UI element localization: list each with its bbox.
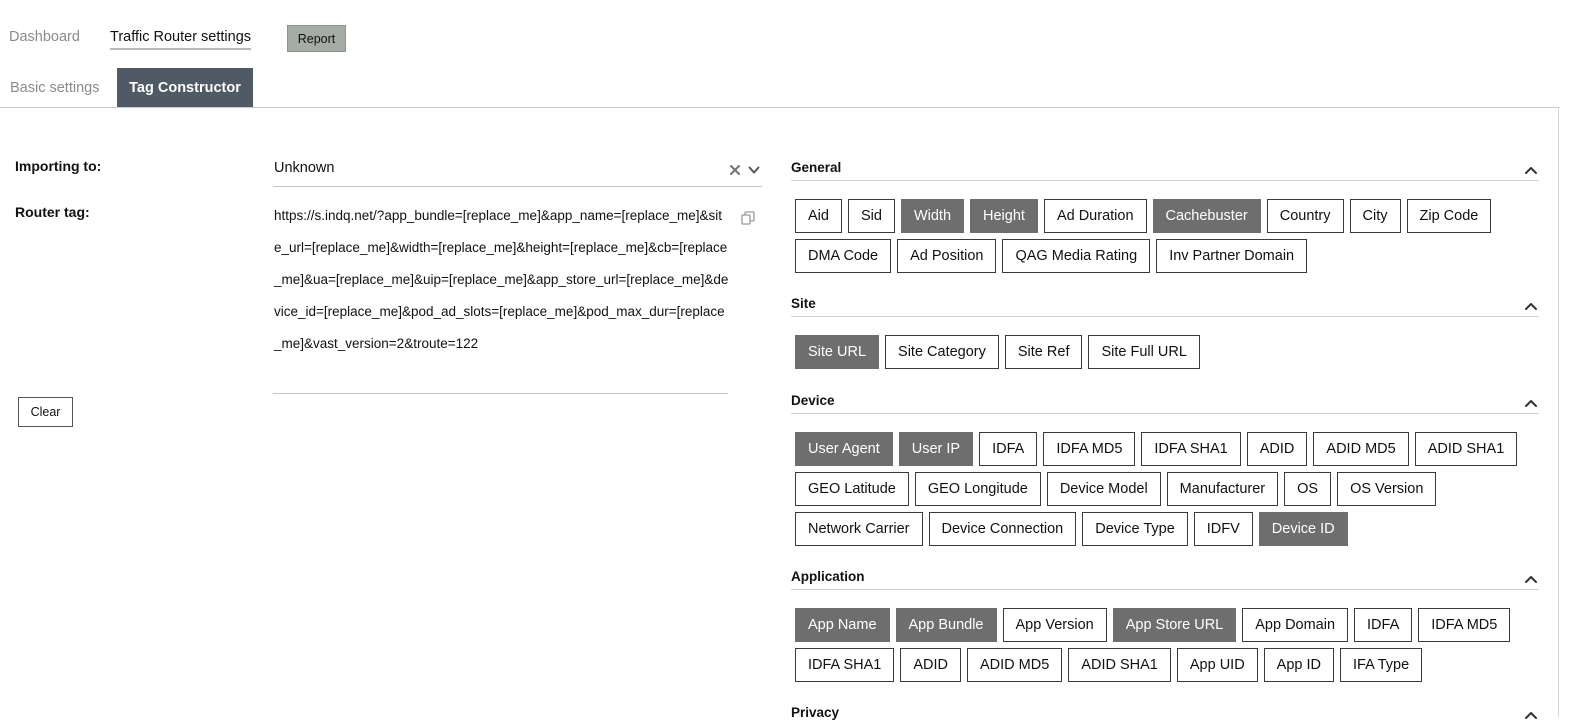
application-field-chip[interactable]: App Name — [795, 608, 890, 642]
general-field-chip[interactable]: Aid — [795, 199, 842, 233]
site-field-chip[interactable]: Site Ref — [1004, 335, 1083, 369]
general-field-chip[interactable]: Country — [1266, 199, 1344, 233]
chevron-up-icon[interactable] — [1524, 162, 1538, 174]
top-nav: Dashboard Traffic Router settings Report — [0, 0, 1576, 60]
general-field-chip[interactable]: Width — [900, 199, 965, 233]
device-field-chip[interactable]: Network Carrier — [795, 512, 923, 546]
tab-basic-settings[interactable]: Basic settings — [0, 68, 116, 108]
close-icon[interactable] — [728, 163, 742, 177]
importing-select[interactable]: Unknown — [274, 160, 334, 176]
chevron-down-icon[interactable] — [747, 163, 761, 177]
nav-dashboard[interactable]: Dashboard — [9, 29, 80, 45]
section-title-site: Site — [791, 296, 816, 311]
router-tag-field[interactable]: https://s.indq.net/?app_bundle=[replace_… — [274, 200, 729, 360]
tab-divider — [0, 107, 1560, 108]
section-title-application: Application — [791, 569, 865, 584]
copy-icon[interactable] — [740, 210, 756, 226]
device-field-chip[interactable]: IDFV — [1193, 512, 1253, 546]
application-field-chip[interactable]: IDFA MD5 — [1418, 608, 1511, 642]
general-field-chip[interactable]: DMA Code — [795, 239, 892, 273]
general-field-chip[interactable]: Cachebuster — [1152, 199, 1261, 233]
site-chip-group: Site URL Site Category Site Ref Site Full U… — [795, 335, 1535, 369]
device-field-chip[interactable]: GEO Latitude — [795, 472, 909, 506]
importing-label: Importing to: — [15, 158, 102, 174]
application-field-chip[interactable]: App Bundle — [895, 608, 997, 642]
router-tag-underline — [273, 393, 728, 394]
device-field-chip[interactable]: User IP — [898, 432, 974, 466]
device-field-chip[interactable]: OS — [1284, 472, 1332, 506]
application-field-chip[interactable]: App Domain — [1242, 608, 1349, 642]
application-chip-group: App Name App Bundle App Version App Store U… — [795, 608, 1535, 682]
general-field-chip[interactable]: Sid — [847, 199, 895, 233]
general-chip-group: Aid Sid Width Height Ad Duration Cachebuster C… — [795, 199, 1535, 273]
nav-traffic-router-settings[interactable]: Traffic Router settings — [110, 29, 252, 50]
tab-tag-constructor[interactable]: Tag Constructor — [117, 68, 253, 108]
general-field-chip[interactable]: Height — [970, 199, 1038, 233]
report-button[interactable]: Report — [287, 25, 346, 52]
device-field-chip[interactable]: Device Type — [1082, 512, 1188, 546]
importing-underline — [273, 186, 762, 187]
application-field-chip[interactable]: IFA Type — [1340, 648, 1423, 682]
section-divider — [791, 316, 1539, 317]
device-field-chip[interactable]: Device Connection — [928, 512, 1077, 546]
clear-button[interactable]: Clear — [18, 397, 73, 427]
general-field-chip[interactable]: Ad Position — [897, 239, 997, 273]
chevron-up-icon[interactable] — [1524, 571, 1538, 583]
chevron-up-icon[interactable] — [1524, 298, 1538, 310]
general-field-chip[interactable]: Ad Duration — [1043, 199, 1147, 233]
device-field-chip[interactable]: IDFA SHA1 — [1141, 432, 1241, 466]
application-field-chip[interactable]: App ID — [1263, 648, 1335, 682]
device-field-chip[interactable]: Manufacturer — [1166, 472, 1279, 506]
general-field-chip[interactable]: Inv Partner Domain — [1156, 239, 1308, 273]
device-field-chip[interactable]: IDFA MD5 — [1043, 432, 1136, 466]
application-field-chip[interactable]: IDFA — [1354, 608, 1413, 642]
device-field-chip[interactable]: Device ID — [1258, 512, 1348, 546]
chevron-up-icon[interactable] — [1524, 707, 1538, 719]
router-tag-label: Router tag: — [15, 204, 90, 220]
section-divider — [791, 413, 1539, 414]
device-field-chip[interactable]: ADID SHA1 — [1414, 432, 1518, 466]
site-field-chip[interactable]: Site Full URL — [1088, 335, 1200, 369]
device-field-chip[interactable]: ADID MD5 — [1313, 432, 1409, 466]
application-field-chip[interactable]: App Version — [1002, 608, 1107, 642]
general-field-chip[interactable]: Zip Code — [1406, 199, 1492, 233]
section-title-general: General — [791, 160, 842, 175]
device-field-chip[interactable]: User Agent — [795, 432, 893, 466]
application-field-chip[interactable]: ADID — [900, 648, 961, 682]
general-field-chip[interactable]: QAG Media Rating — [1002, 239, 1151, 273]
application-field-chip[interactable]: IDFA SHA1 — [795, 648, 895, 682]
device-field-chip[interactable]: ADID — [1246, 432, 1308, 466]
device-field-chip[interactable]: OS Version — [1337, 472, 1437, 506]
site-field-chip[interactable]: Site Category — [885, 335, 999, 369]
device-field-chip[interactable]: IDFA — [979, 432, 1038, 466]
section-divider — [791, 589, 1539, 590]
site-field-chip[interactable]: Site URL — [795, 335, 880, 369]
application-field-chip[interactable]: ADID SHA1 — [1068, 648, 1171, 682]
chevron-up-icon[interactable] — [1524, 395, 1538, 407]
section-divider — [791, 180, 1539, 181]
section-title-device: Device — [791, 393, 835, 408]
device-field-chip[interactable]: GEO Longitude — [914, 472, 1041, 506]
general-field-chip[interactable]: City — [1349, 199, 1401, 233]
application-field-chip[interactable]: ADID MD5 — [967, 648, 1063, 682]
application-field-chip[interactable]: App UID — [1176, 648, 1258, 682]
device-chip-group: User Agent User IP IDFA IDFA MD5 IDFA SHA1 AD… — [795, 432, 1535, 546]
panel-border — [1558, 107, 1559, 717]
device-field-chip[interactable]: Device Model — [1046, 472, 1161, 506]
section-title-privacy: Privacy — [791, 705, 840, 720]
application-field-chip[interactable]: App Store URL — [1112, 608, 1237, 642]
